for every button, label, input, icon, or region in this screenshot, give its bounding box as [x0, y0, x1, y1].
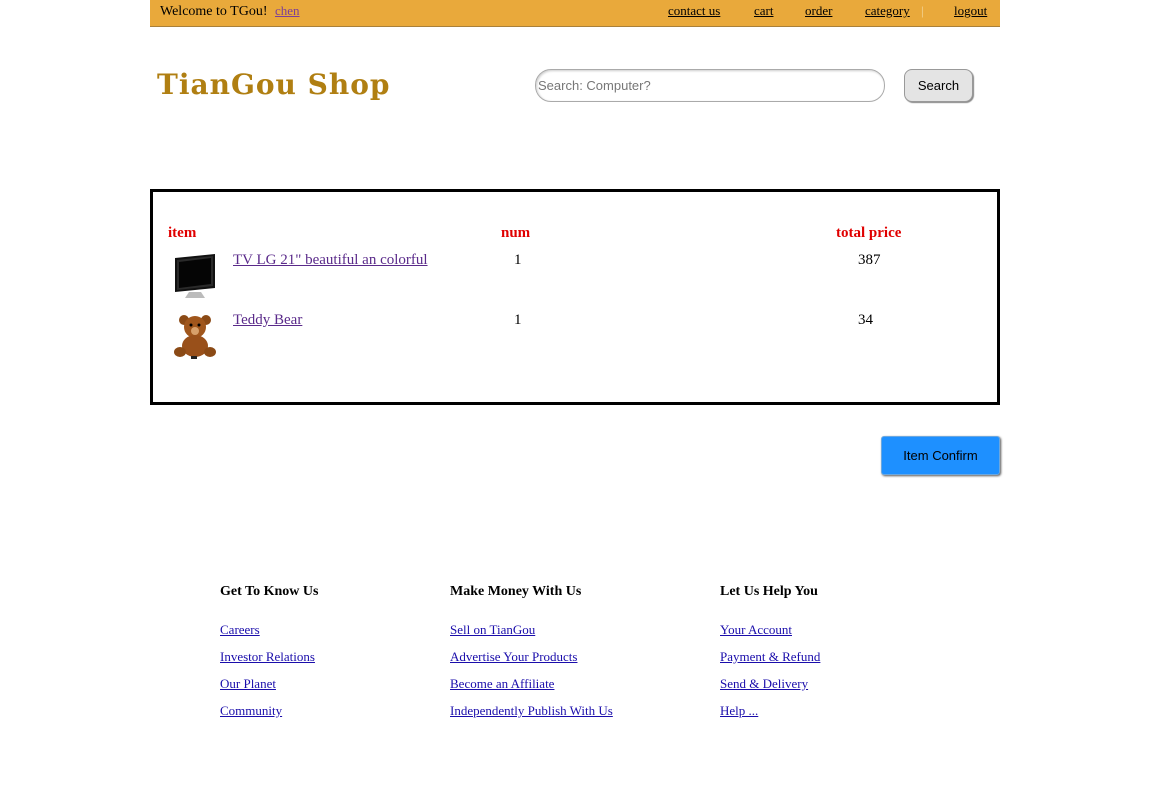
search-input[interactable] [535, 69, 885, 102]
footer-link-affiliate[interactable]: Become an Affiliate [450, 676, 613, 692]
username-link[interactable]: chen [275, 3, 300, 18]
nav-cart[interactable]: cart [754, 3, 773, 19]
footer-link-our-planet[interactable]: Our Planet [220, 676, 318, 692]
footer-heading: Get To Know Us [220, 584, 319, 599]
welcome-text: Welcome to TGou! chen [160, 3, 300, 20]
item-confirm-button[interactable]: Item Confirm [881, 436, 1000, 475]
footer-heading: Let Us Help You [720, 584, 818, 599]
nav-order[interactable]: order [805, 3, 832, 19]
nav-category[interactable]: category [865, 3, 910, 19]
item-total-price: 34 [858, 312, 873, 328]
item-link[interactable]: TV LG 21" beautiful an colorful [233, 252, 428, 269]
footer-heading: Make Money With Us [450, 584, 582, 599]
item-quantity: 1 [514, 312, 522, 328]
footer-column-help: Let Us Help You Your Account Payment & R… [720, 584, 820, 730]
top-bar: Welcome to TGou! chen contact us cart or… [150, 0, 1000, 27]
column-header-total-price: total price [836, 225, 902, 241]
item-total-price: 387 [858, 252, 881, 268]
cart-row: TV LG 21" beautiful an colorful 1 387 [168, 252, 968, 308]
nav-contact-us[interactable]: contact us [668, 3, 720, 19]
welcome-label: Welcome to TGou! [160, 4, 268, 19]
item-quantity: 1 [514, 252, 522, 268]
footer-link-advertise[interactable]: Advertise Your Products [450, 649, 613, 665]
footer-link-careers[interactable]: Careers [220, 622, 318, 638]
footer-column-get-to-know-us: Get To Know Us Careers Investor Relation… [220, 584, 318, 730]
teddy-bear-icon[interactable] [171, 312, 219, 360]
footer-link-help[interactable]: Help ... [720, 703, 820, 719]
footer-link-investor-relations[interactable]: Investor Relations [220, 649, 318, 665]
footer-link-your-account[interactable]: Your Account [720, 622, 820, 638]
cart-table: item num total price TV LG 21" beautiful… [150, 189, 1000, 405]
search-button[interactable]: Search [904, 69, 973, 102]
nav-separator: | [921, 3, 924, 18]
shop-logo[interactable]: TianGou Shop [157, 68, 391, 101]
footer-link-community[interactable]: Community [220, 703, 318, 719]
footer-link-sell[interactable]: Sell on TianGou [450, 622, 613, 638]
nav-logout[interactable]: logout [954, 3, 987, 19]
cart-row: Teddy Bear 1 34 [168, 312, 968, 368]
column-header-item: item [168, 225, 197, 241]
column-header-num: num [501, 225, 531, 241]
footer-link-publish[interactable]: Independently Publish With Us [450, 703, 613, 719]
item-link[interactable]: Teddy Bear [233, 312, 302, 329]
footer-link-send-delivery[interactable]: Send & Delivery [720, 676, 820, 692]
footer-link-payment-refund[interactable]: Payment & Refund [720, 649, 820, 665]
footer-column-make-money: Make Money With Us Sell on TianGou Adver… [450, 584, 613, 730]
tv-icon[interactable] [171, 252, 219, 300]
